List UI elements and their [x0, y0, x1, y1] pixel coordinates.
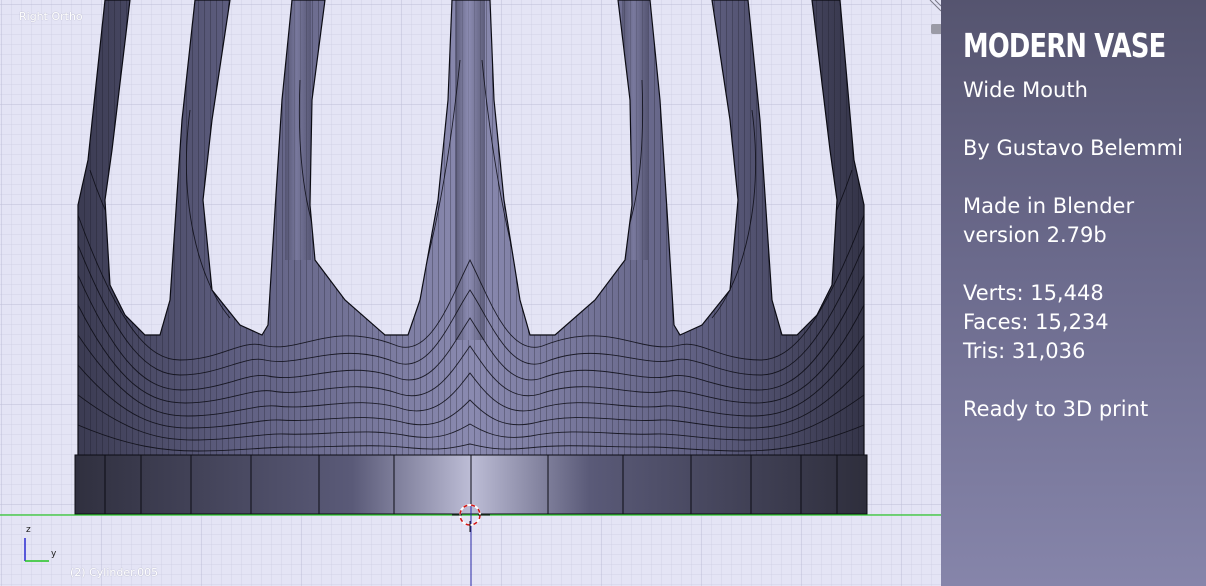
- axis-y-label: y: [51, 549, 57, 559]
- view-label: Right Ortho: [19, 10, 83, 23]
- vase-render: [0, 0, 941, 586]
- panel-subtitle: Wide Mouth: [963, 78, 1088, 102]
- tool-shelf-toggle-icon[interactable]: [931, 24, 941, 34]
- 3d-viewport[interactable]: Right Ortho z y (2) Cylinder.005: [0, 0, 941, 586]
- panel-title: MODERN VASE: [963, 26, 1166, 65]
- panel-faces: Faces: 15,234: [963, 310, 1109, 334]
- info-panel: MODERN VASE Wide Mouth By Gustavo Belemm…: [941, 0, 1206, 586]
- panel-author: By Gustavo Belemmi: [963, 136, 1183, 160]
- panel-ready: Ready to 3D print: [963, 397, 1149, 421]
- active-object-label: (2) Cylinder.005: [70, 566, 159, 579]
- panel-tris: Tris: 31,036: [963, 339, 1086, 363]
- panel-verts: Verts: 15,448: [963, 281, 1104, 305]
- axis-z-label: z: [26, 525, 31, 535]
- panel-made-in: Made in Blender: [963, 194, 1135, 218]
- panel-version: version 2.79b: [963, 223, 1107, 247]
